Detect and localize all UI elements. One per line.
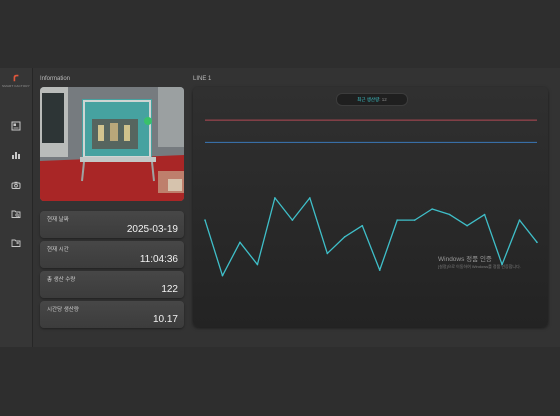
data-point (361, 224, 364, 227)
date-label: 현재 날짜 (47, 217, 69, 223)
sidebar-item-export[interactable] (8, 236, 24, 250)
data-point (256, 263, 259, 266)
folder-export-icon (11, 239, 21, 247)
data-point (221, 274, 224, 277)
data-point (483, 213, 486, 216)
sidebar-item-search[interactable] (8, 207, 24, 221)
app-window: SMART FACTORY Information LINE 1 현재 날짜 2… (0, 68, 560, 347)
logo-icon (13, 74, 19, 82)
data-point (396, 219, 399, 221)
data-point (274, 197, 276, 199)
data-point (378, 269, 381, 271)
camera-icon (11, 181, 21, 189)
data-point (326, 252, 329, 255)
windows-activation-watermark: Windows 정품 인증 [설정]으로 이동하여 Windows를 정품 인증… (438, 253, 521, 270)
top-background (0, 0, 560, 68)
sidebar-item-production[interactable] (8, 148, 24, 162)
sidebar-item-camera[interactable] (8, 178, 24, 192)
data-point (343, 235, 346, 238)
sidebar-item-dashboard[interactable] (8, 119, 24, 133)
data-point (448, 213, 451, 216)
recent-production-pill: 최근 생산량: 12 (336, 93, 408, 106)
line-title: LINE 1 (193, 76, 212, 82)
hourly-production-value: 10.17 (152, 314, 178, 325)
watermark-subtitle: [설정]으로 이동하여 Windows를 정품 인증합니다. (438, 264, 521, 269)
camera-feed-image (40, 87, 184, 201)
recent-production-label: 최근 생산량 (357, 97, 380, 102)
time-value: 11:04:36 (139, 254, 178, 265)
folder-search-icon (11, 210, 21, 218)
info-card-date: 현재 날짜 2025-03-19 (40, 211, 184, 238)
recent-production-value: : 12 (379, 97, 387, 102)
watermark-title: Windows 정품 인증 (438, 256, 492, 263)
time-label: 현재 시간 (47, 247, 69, 253)
sidebar: SMART FACTORY (0, 68, 33, 347)
info-card-time: 현재 시간 11:04:36 (40, 241, 184, 268)
data-point (239, 241, 241, 244)
data-point (536, 241, 538, 244)
logo: SMART FACTORY (0, 74, 32, 88)
date-value: 2025-03-19 (126, 224, 178, 235)
info-card-hourly: 시간당 생산량 10.17 (40, 301, 184, 328)
total-production-value: 122 (161, 284, 178, 295)
info-card-total: 총 생산 수량 122 (40, 271, 184, 298)
data-point (431, 208, 433, 210)
data-point (309, 197, 311, 199)
information-title: Information (40, 76, 71, 82)
data-point (466, 224, 468, 227)
production-chart-panel: 최근 생산량: 12 (193, 87, 548, 327)
production-chart-icon (12, 152, 20, 159)
data-point (204, 219, 206, 221)
data-point (518, 219, 521, 221)
logo-text: SMART FACTORY (2, 84, 30, 88)
hourly-production-label: 시간당 생산량 (47, 307, 79, 313)
dashboard-icon (11, 121, 21, 131)
production-line-chart (204, 119, 538, 277)
total-production-label: 총 생산 수량 (47, 277, 76, 283)
data-point (413, 219, 416, 221)
data-point (291, 219, 294, 221)
camera-feed-picture (40, 87, 184, 201)
bottom-background (0, 347, 560, 416)
